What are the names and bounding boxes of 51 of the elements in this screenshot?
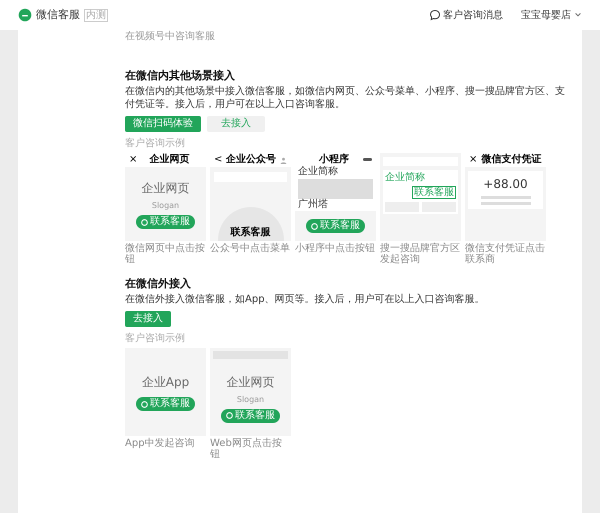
company-name: 企业网页 xyxy=(226,374,274,390)
action-button[interactable]: 去接入 xyxy=(207,116,265,132)
amount: +88.00 xyxy=(483,176,528,193)
contact-service-button[interactable]: 联系客服 xyxy=(221,408,280,422)
app-name: 微信客服 xyxy=(36,6,80,23)
capsule-icon xyxy=(363,158,372,161)
chat-bubble-icon xyxy=(429,9,441,21)
messages-link[interactable]: 客户咨询消息 xyxy=(429,8,503,22)
section-description: 在微信内的其他场景中接入微信客服，如微信内网页、公众号菜单、小程序、搜一搜品牌官方区、支付凭证等。接入后，用户可在以上入口咨询客服。 xyxy=(125,85,566,111)
top-note: 在视频号中咨询客服 xyxy=(125,31,216,43)
examples-label: 客户咨询示例 xyxy=(125,333,186,345)
contact-badge: 联系客服 xyxy=(412,186,456,199)
slogan: Slogan xyxy=(236,394,264,406)
close-glyph: × xyxy=(129,154,138,166)
company-name: 企业App xyxy=(142,374,190,391)
example-caption: 搜一搜品牌官方区发起咨询 xyxy=(380,243,461,265)
action-button[interactable]: 微信扫码体验 xyxy=(125,116,201,132)
brand-name: 企业简称 xyxy=(385,172,425,183)
example-caption: App中发起咨询 xyxy=(125,438,196,449)
chat-icon xyxy=(141,400,148,408)
mockup-title: 企业网页 xyxy=(149,154,190,166)
chat-icon xyxy=(311,222,318,230)
person-icon xyxy=(280,156,287,164)
example-caption: 小程序中点击按钮 xyxy=(295,243,376,254)
account-dropdown[interactable]: 宝宝母婴店 xyxy=(521,8,582,22)
mockup-title: 企业公众号 xyxy=(226,154,276,166)
section-title: 在微信内其他场景接入 xyxy=(125,69,236,83)
close-glyph: × xyxy=(469,154,478,166)
example-caption: 微信网页中点击按钮 xyxy=(125,243,206,265)
examples-label: 客户咨询示例 xyxy=(125,138,186,150)
company-name: 企业简称 xyxy=(297,166,339,177)
chat-logo-icon xyxy=(18,8,32,22)
company-name: 企业网页 xyxy=(142,180,190,197)
beta-tag: 内测 xyxy=(84,8,108,22)
example-caption: Web网页点击按钮 xyxy=(210,438,283,460)
chat-icon xyxy=(141,218,148,226)
chat-icon xyxy=(226,412,233,419)
example-caption: 公众号中点击菜单 xyxy=(210,243,291,254)
back-glyph: < xyxy=(214,154,222,166)
contact-service-button[interactable]: 联系客服 xyxy=(306,219,365,233)
mockup-title: 微信支付凭证 xyxy=(481,154,542,166)
section-title: 在微信外接入 xyxy=(125,277,192,291)
slogan: Slogan xyxy=(152,200,180,212)
contact-service-button[interactable]: 联系客服 xyxy=(136,215,195,229)
action-button[interactable]: 去接入 xyxy=(125,311,171,327)
place-name: 广州塔 xyxy=(297,199,329,211)
section-description: 在微信外接入微信客服，如App、网页等。接入后，用户可在以上入口咨询客服。 xyxy=(125,293,486,306)
chevron-down-icon xyxy=(574,11,582,19)
mockup-title: 小程序 xyxy=(319,154,349,166)
example-caption: 微信支付凭证点击联系商 xyxy=(465,243,546,265)
contact-service-button[interactable]: 联系客服 xyxy=(136,397,195,411)
